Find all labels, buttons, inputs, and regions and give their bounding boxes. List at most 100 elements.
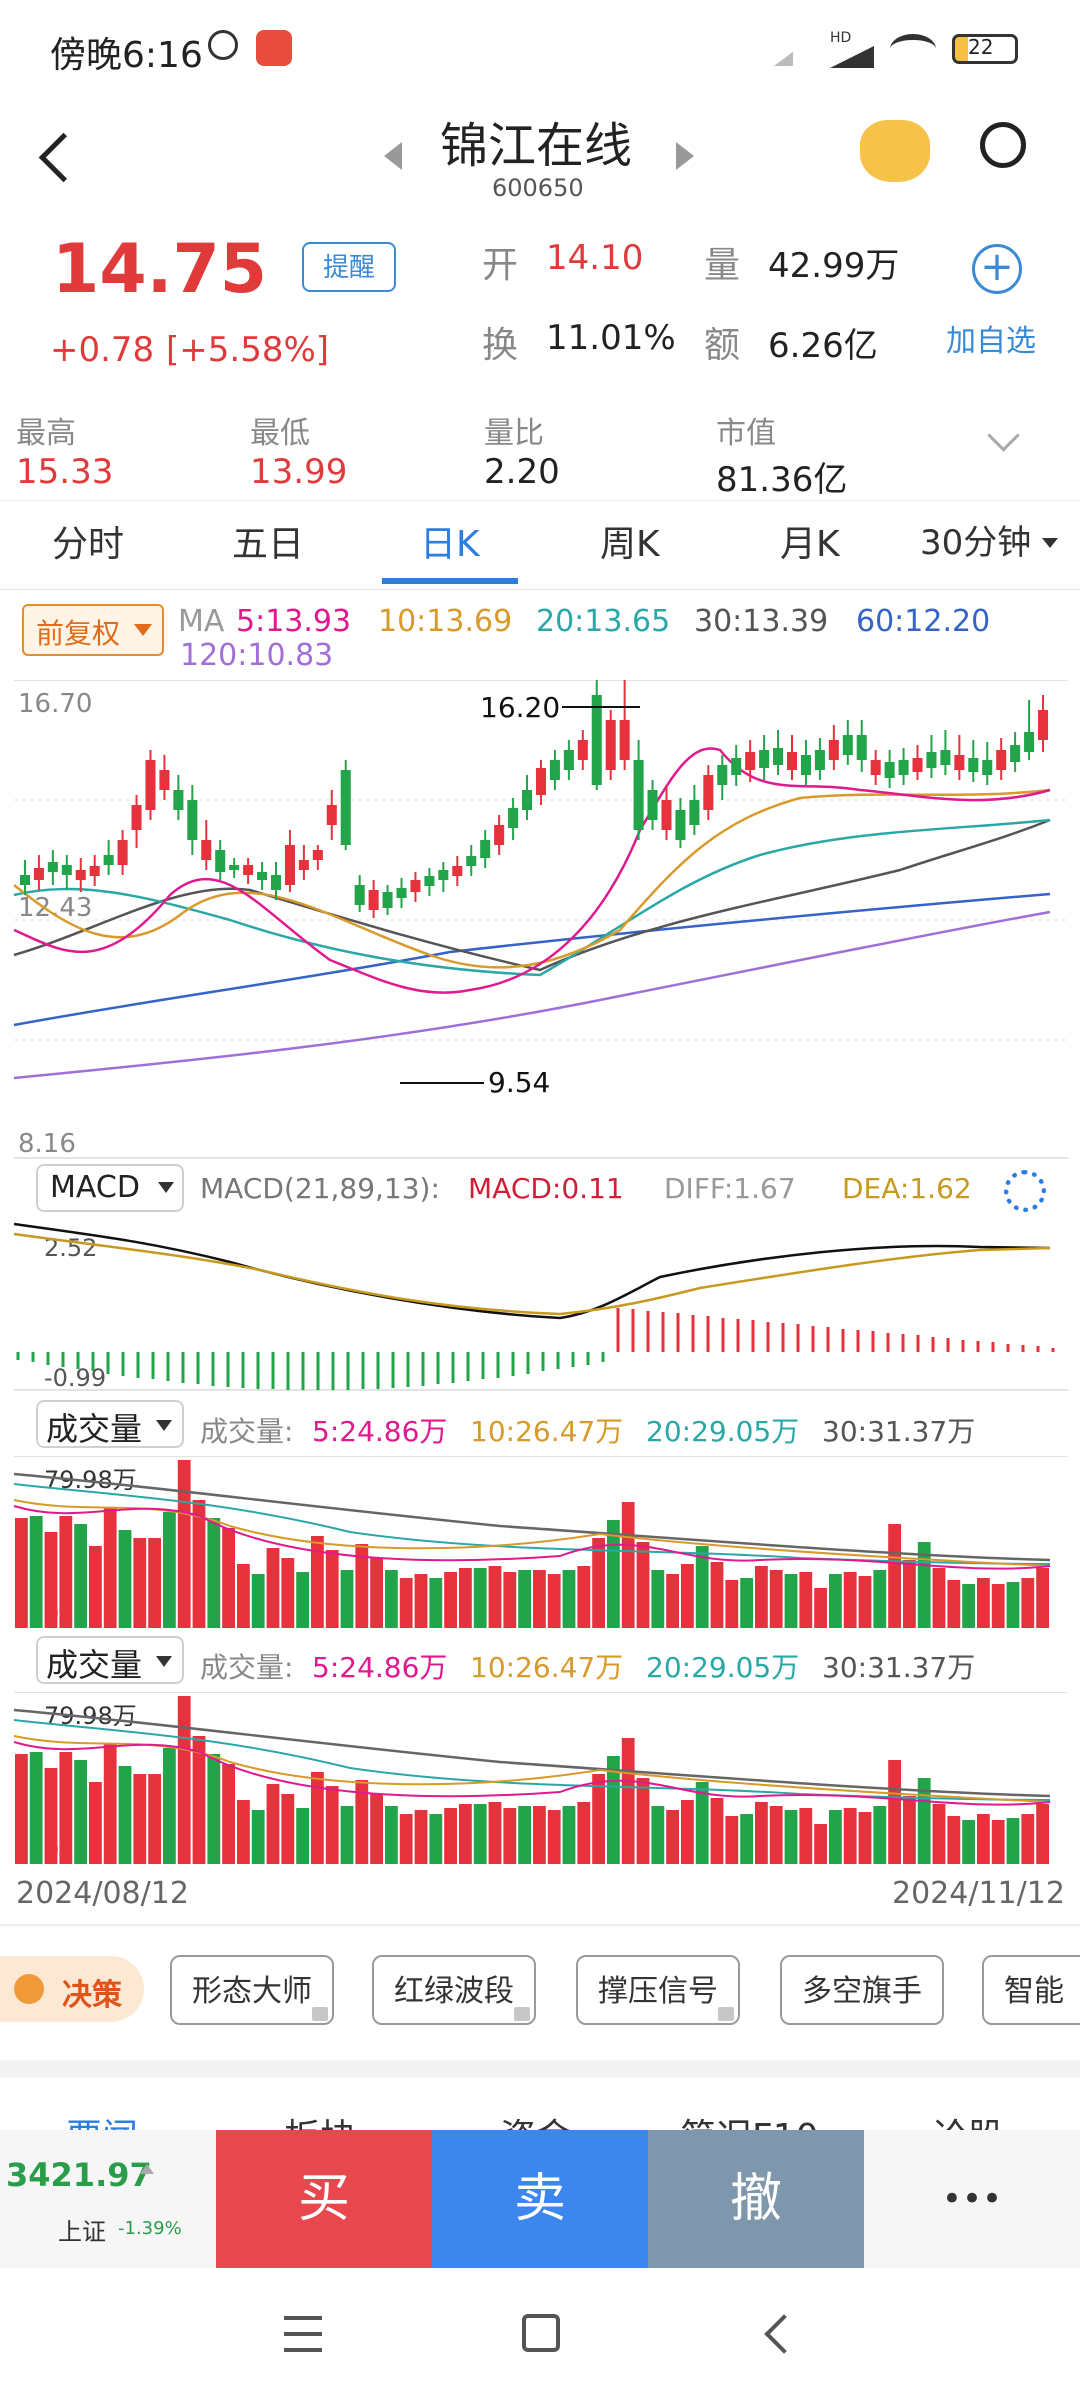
candle-body xyxy=(131,805,142,830)
mcap-label: 市值 xyxy=(716,416,776,451)
volume-axis-top-1: 79.98万 xyxy=(44,1466,137,1494)
expand-chevron-icon[interactable] xyxy=(987,419,1020,452)
volume-bar xyxy=(769,1806,783,1864)
mascot-icon[interactable] xyxy=(860,120,930,182)
candle-body xyxy=(480,840,491,858)
volume-bar xyxy=(829,1574,842,1628)
back-icon[interactable] xyxy=(38,132,89,183)
search-icon[interactable] xyxy=(980,122,1026,168)
news-tab-sector[interactable]: 板块 xyxy=(284,2108,356,2130)
tab-weekly-k[interactable]: 周K xyxy=(600,515,660,567)
macd-value: MACD:0.11 xyxy=(468,1172,624,1205)
chip-support-pressure[interactable]: 撑压信号 xyxy=(576,1955,740,2025)
high-mark-label: 16.20 xyxy=(480,691,560,724)
volume-bar xyxy=(769,1570,783,1628)
volume-bar xyxy=(547,1574,561,1628)
candle-body xyxy=(270,875,282,890)
battery-level: 22 xyxy=(968,35,994,59)
volume-bar xyxy=(592,1538,605,1628)
volume-bar xyxy=(814,1824,827,1864)
news-tab-headlines[interactable]: 要闻 xyxy=(66,2108,138,2130)
volume-bar xyxy=(222,1764,235,1864)
macd-dropdown-icon xyxy=(158,1182,174,1193)
volume-dropdown-icon-2 xyxy=(156,1656,172,1667)
settings-gear-icon[interactable] xyxy=(1004,1170,1046,1212)
volume-bar xyxy=(858,1576,872,1628)
volume-bar xyxy=(44,1532,58,1628)
low-label: 最低 xyxy=(250,416,310,451)
news-tabs: 要闻 板块 资金 简况F10 论股 xyxy=(0,2078,1080,2130)
volume-bar xyxy=(725,1580,739,1628)
volume-bar xyxy=(577,1802,591,1864)
volume-axis-top-2: 79.98万 xyxy=(44,1702,137,1730)
volume-bar xyxy=(858,1812,872,1864)
volume-bar xyxy=(74,1524,87,1628)
next-stock-icon[interactable] xyxy=(676,142,694,170)
back-nav-icon[interactable] xyxy=(764,2314,804,2354)
news-tab-discuss[interactable]: 论股 xyxy=(932,2108,1004,2130)
chip-pattern-master-label: 形态大师 xyxy=(192,1974,312,2009)
volume-bar xyxy=(784,1574,798,1628)
volume-bar xyxy=(843,1808,857,1864)
index-ticker[interactable]: 3421.97 上证 -1.39% xyxy=(0,2130,216,2268)
candle-body xyxy=(33,868,44,880)
macd-params: MACD(21,89,13): xyxy=(200,1172,440,1205)
remind-button[interactable]: 提醒 xyxy=(302,242,396,292)
tab-five-day[interactable]: 五日 xyxy=(232,515,304,567)
news-tab-funds[interactable]: 资金 xyxy=(500,2108,572,2130)
ma-prefix: MA xyxy=(178,604,225,639)
sell-button[interactable]: 卖 xyxy=(432,2130,648,2268)
volume-value: 42.99万 xyxy=(768,246,900,286)
more-button[interactable]: ••• xyxy=(864,2130,1080,2268)
volume-bar xyxy=(444,1808,457,1864)
tab-daily-k[interactable]: 日K xyxy=(420,515,480,567)
date-end: 2024/11/12 xyxy=(892,1876,1065,1911)
candle-body xyxy=(633,760,644,830)
volume-chart-1: 79.98万 0 xyxy=(13,1456,1068,1628)
candle-body xyxy=(577,740,588,760)
volume-bar xyxy=(666,1810,679,1864)
volume-bar xyxy=(503,1808,517,1864)
candle-body xyxy=(47,862,58,872)
vol-ma30-1: 30:31.37万 xyxy=(822,1415,976,1448)
chip-red-green-band[interactable]: 红绿波段 xyxy=(372,1955,536,2025)
hd-label: HD xyxy=(830,30,852,46)
buy-button[interactable]: 买 xyxy=(216,2130,432,2268)
candle-body xyxy=(243,865,254,875)
volume-bar xyxy=(1006,1818,1020,1864)
volume-bar xyxy=(681,1800,694,1864)
chip-pattern-master[interactable]: 形态大师 xyxy=(170,1955,334,2025)
volume-bar xyxy=(784,1810,798,1864)
volume-bar xyxy=(459,1568,472,1628)
chip-smart[interactable]: 智能 xyxy=(982,1955,1080,2025)
candle-body xyxy=(954,755,965,770)
candle-body xyxy=(522,790,533,810)
candle-body xyxy=(75,870,86,880)
chip-bull-bear-flag[interactable]: 多空旗手 xyxy=(780,1955,944,2025)
candle-body xyxy=(940,750,951,765)
kline-chart[interactable]: 16.70 12.43 8.16 16.20 9.54 xyxy=(0,680,1080,1160)
home-icon[interactable] xyxy=(522,2314,560,2352)
volume-bar xyxy=(266,1548,280,1628)
volume-bar xyxy=(89,1782,102,1864)
add-watchlist-icon[interactable]: + xyxy=(972,244,1022,294)
volume-bar xyxy=(1021,1814,1035,1864)
volume-bar xyxy=(133,1774,147,1864)
tab-dropdown-icon[interactable] xyxy=(1042,538,1058,548)
cancel-order-button[interactable]: 撤 xyxy=(648,2130,864,2268)
price-change: +0.78 xyxy=(50,330,155,370)
volume-bar xyxy=(59,1516,73,1628)
prev-stock-icon[interactable] xyxy=(384,142,402,170)
high-value: 15.33 xyxy=(16,452,114,492)
news-tab-f10[interactable]: 简况F10 xyxy=(680,2108,819,2130)
volume-bar xyxy=(725,1816,739,1864)
volume-bar xyxy=(1006,1582,1020,1628)
turnover-value: 11.01% xyxy=(546,318,676,358)
candle-body xyxy=(173,790,184,810)
tab-intraday[interactable]: 分时 xyxy=(52,515,124,567)
tab-monthly-k[interactable]: 月K xyxy=(780,515,840,567)
menu-icon[interactable] xyxy=(284,2316,322,2352)
alarm-icon xyxy=(208,30,238,60)
tab-30min[interactable]: 30分钟 xyxy=(920,515,1031,564)
add-watchlist-button[interactable]: 加自选 xyxy=(946,316,1036,360)
